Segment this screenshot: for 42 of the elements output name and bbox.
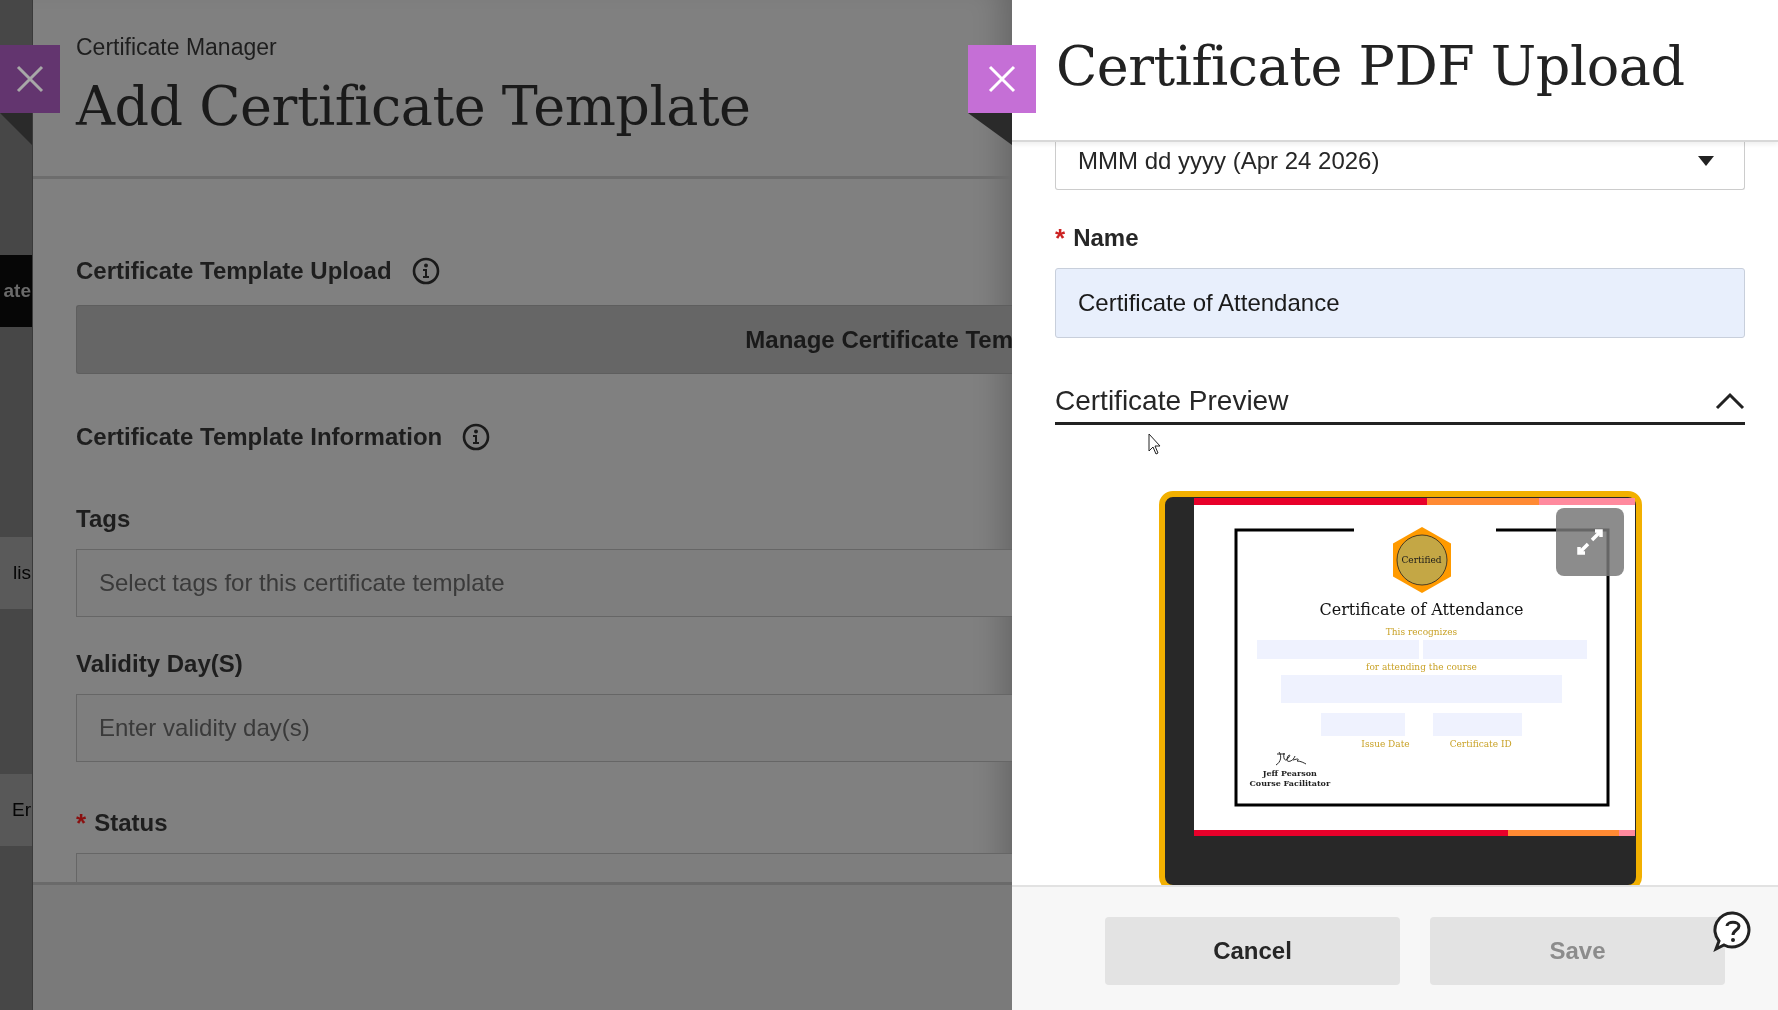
preview-frame[interactable]: Certified Certificate of Attendance This recognizes for attending the course Issue Date Certificate ID Jeff Pearson Course Facilitator xyxy=(1158,491,1642,885)
tile-label: ate xyxy=(3,280,32,302)
accordion-header[interactable]: Certificate Preview xyxy=(1055,382,1745,425)
certificate-text: This recognizes xyxy=(1385,627,1458,637)
tile-label: Er xyxy=(12,799,32,821)
certificate-label: Certificate ID xyxy=(1449,739,1512,749)
close-icon xyxy=(15,64,45,94)
panel-title: Add Certificate Template xyxy=(76,75,751,138)
date-format-select[interactable]: MMM dd yyyy (Apr 24 2026) xyxy=(1055,142,1745,190)
certificate-text: for attending the course xyxy=(1366,662,1477,672)
field-label: Status xyxy=(94,809,168,837)
breadcrumb: Certificate Manager xyxy=(76,34,278,61)
signer-role: Course Facilitator xyxy=(1249,778,1331,788)
footer-button[interactable]: Cancel xyxy=(1105,917,1400,985)
close-button[interactable] xyxy=(968,45,1036,113)
badge-label: Certified xyxy=(1401,555,1442,565)
footer-button: Save xyxy=(1430,917,1725,985)
required-mark: * xyxy=(76,807,87,839)
cursor-icon xyxy=(1148,433,1162,455)
certificate-title: Certificate of Attendance xyxy=(1319,600,1524,619)
field-label: Validity Day(S) xyxy=(76,650,243,678)
section-label: Certificate Template Upload xyxy=(76,257,392,285)
tile-label: lis xyxy=(13,562,32,584)
field-label: Name xyxy=(1073,224,1139,252)
info-icon xyxy=(462,423,491,451)
panel-title: Certificate PDF Upload xyxy=(1056,34,1685,98)
field-label: Tags xyxy=(76,505,131,533)
close-icon xyxy=(987,64,1017,94)
expand-icon xyxy=(1574,527,1605,557)
ribbon-fold xyxy=(968,113,1012,145)
close-button[interactable] xyxy=(0,45,60,113)
ribbon-fold xyxy=(0,113,32,145)
info-icon xyxy=(411,257,440,285)
expand-button[interactable] xyxy=(1555,508,1624,576)
section-label: Certificate Template Information xyxy=(76,423,443,451)
certificate-label: Issue Date xyxy=(1361,739,1410,749)
badge-drawing xyxy=(1390,526,1453,594)
name-input[interactable]: Certificate of Attendance xyxy=(1055,268,1745,338)
dropdown-arrow-icon xyxy=(1698,155,1714,166)
accordion-title: Certificate Preview xyxy=(1055,385,1289,417)
required-mark: * xyxy=(1055,222,1066,254)
signer-name: Jeff Pearson xyxy=(1262,768,1317,778)
